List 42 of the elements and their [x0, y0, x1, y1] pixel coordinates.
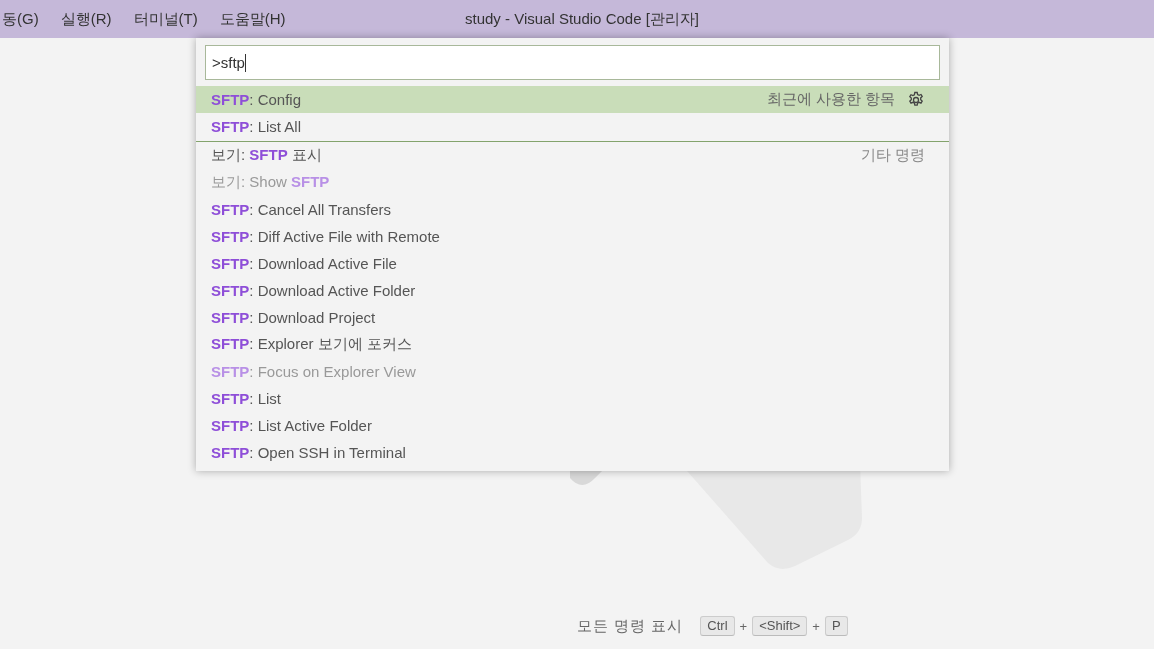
- command-label: SFTP: Open SSH in Terminal: [211, 444, 406, 461]
- command-label: SFTP: Download Active Folder: [211, 282, 416, 299]
- command-item[interactable]: SFTP: Diff Active File with Remote: [196, 223, 949, 250]
- hint-label: 모든 명령 표시: [577, 616, 684, 636]
- group-label: 기타 명령: [860, 146, 925, 165]
- command-item[interactable]: SFTP: Config 최근에 사용한 항목: [196, 86, 949, 113]
- menu-item[interactable]: 터미널(T): [133, 9, 208, 29]
- command-label: SFTP: Focus on Explorer View: [211, 363, 416, 380]
- command-item[interactable]: 보기: SFTP 표시 기타 명령: [196, 141, 949, 169]
- command-item[interactable]: SFTP: List All: [196, 113, 949, 140]
- command-label: SFTP: Download Project: [211, 309, 376, 326]
- command-item[interactable]: SFTP: Download Active Folder: [196, 277, 949, 304]
- command-label: SFTP: Diff Active File with Remote: [211, 228, 440, 245]
- command-item[interactable]: SFTP: List Active Folder: [196, 412, 949, 439]
- command-label: SFTP: List All: [211, 118, 302, 135]
- command-search-field[interactable]: >sftp: [205, 45, 940, 80]
- command-label: SFTP: Cancel All Transfers: [211, 201, 392, 218]
- plus-sign: +: [739, 618, 748, 634]
- plus-sign: +: [812, 618, 820, 634]
- keyboard-key: Ctrl: [700, 616, 735, 636]
- command-label: 보기: SFTP 표시: [211, 146, 322, 165]
- command-item[interactable]: SFTP: Download Active File: [196, 250, 949, 277]
- command-item[interactable]: SFTP: Explorer 보기에 포커스: [196, 331, 949, 358]
- command-label: SFTP: Download Active File: [211, 255, 397, 272]
- field-value: >sftp: [212, 54, 245, 71]
- command-item[interactable]: SFTP: Open SSH in Terminal: [196, 439, 949, 466]
- command-item[interactable]: SFTP: Download Project: [196, 304, 949, 331]
- keyboard-key: <Shift>: [752, 616, 808, 636]
- keyboard-key: P: [824, 616, 848, 636]
- command-label: SFTP: Config: [211, 91, 302, 108]
- menu-item[interactable]: 실행(R): [60, 9, 122, 29]
- command-label: SFTP: List Active Folder: [211, 417, 372, 434]
- menu-item[interactable]: 동(G): [2, 9, 49, 29]
- command-label: SFTP: List: [211, 390, 282, 407]
- command-item[interactable]: SFTP: List: [196, 385, 949, 412]
- settings-icon[interactable]: [907, 90, 925, 109]
- menu-item[interactable]: 도움말(H): [219, 9, 296, 29]
- command-item[interactable]: SFTP: Cancel All Transfers: [196, 196, 949, 223]
- command-label: 보기: Show SFTP: [211, 173, 330, 192]
- command-label: SFTP: Explorer 보기에 포커스: [211, 335, 412, 354]
- group-label: 최근에 사용한 항목: [766, 90, 895, 109]
- window-title: study - Visual Studio Code [관리자]: [465, 9, 699, 29]
